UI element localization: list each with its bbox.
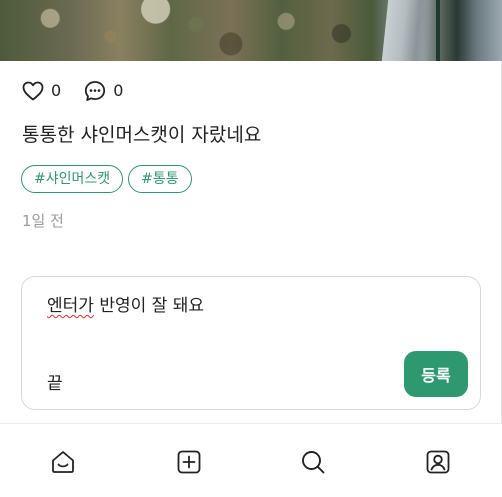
- comment-text-underlined: 엔터가: [47, 296, 94, 316]
- comment-text-line2: 끝: [47, 374, 63, 394]
- comment-form: 엔터가 반영이 잘 돼요 끝 등록: [21, 276, 481, 410]
- comment-icon[interactable]: [83, 79, 107, 103]
- post-stats: 0 0: [21, 79, 123, 103]
- tag-list: #샤인머스캣 #통통: [21, 165, 192, 193]
- add-icon[interactable]: [175, 448, 203, 476]
- search-icon[interactable]: [299, 448, 327, 476]
- home-icon[interactable]: [49, 448, 77, 476]
- submit-comment-button[interactable]: 등록: [404, 351, 468, 397]
- heart-icon[interactable]: [21, 79, 45, 103]
- like-count: 0: [51, 81, 62, 100]
- profile-icon[interactable]: [424, 448, 452, 476]
- post-photo: [0, 0, 502, 61]
- tag-chip[interactable]: #통통: [128, 165, 192, 193]
- comment-count: 0: [113, 81, 124, 100]
- tag-chip[interactable]: #샤인머스캣: [21, 165, 124, 193]
- comment-text-line1: 반영이 잘 돼요: [93, 296, 204, 316]
- post-title: 통통한 샤인머스캣이 자랐네요: [22, 124, 262, 146]
- post-timestamp: 1일 전: [22, 212, 64, 230]
- bottom-nav: [0, 423, 502, 497]
